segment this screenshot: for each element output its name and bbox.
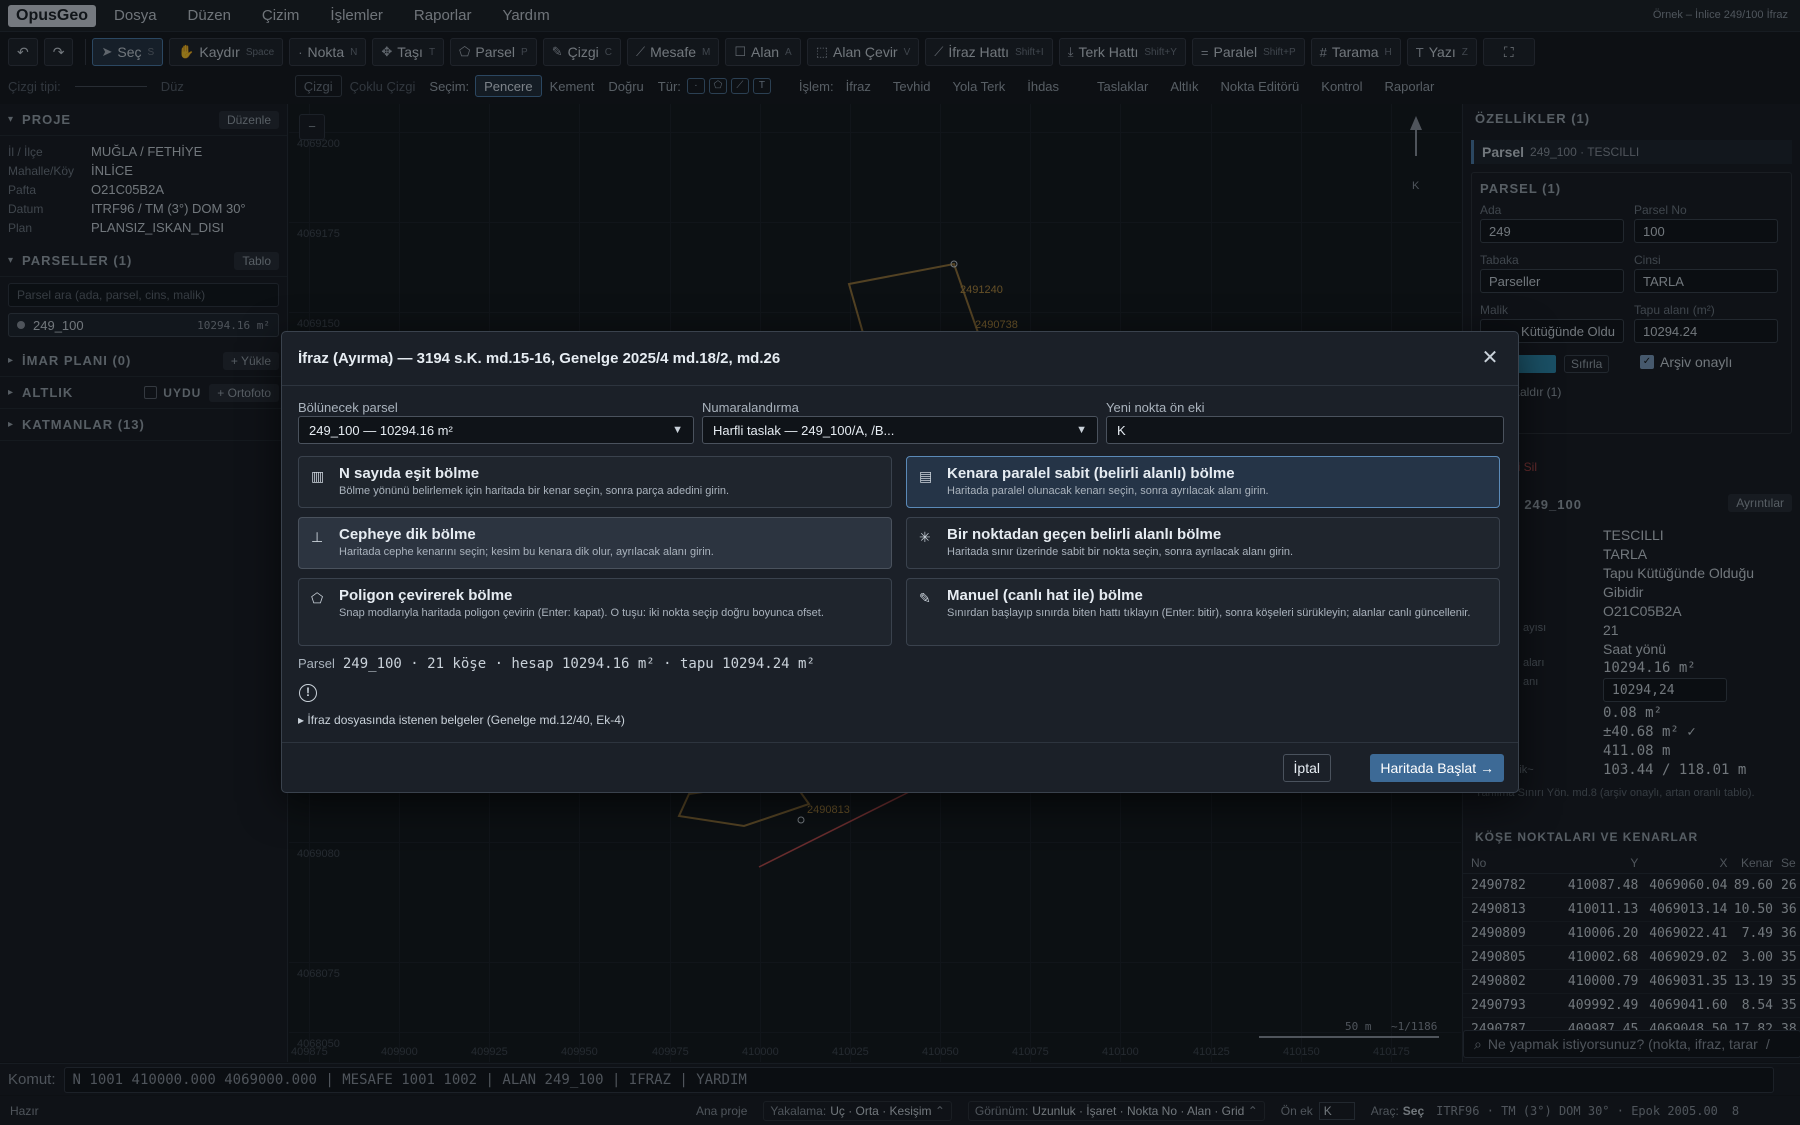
start-on-map-button[interactable]: Haritada Başlat → — [1370, 754, 1504, 782]
dialog-title: İfraz (Ayırma) — 3194 s.K. md.15-16, Gen… — [282, 332, 1518, 386]
cancel-button[interactable]: İptal — [1282, 754, 1331, 782]
option-desc: Sınırdan başlayıp sınırda biten hattı tı… — [947, 607, 1471, 619]
option-polygon-split[interactable]: ⬠ Poligon çevirerek bölme Snap modlarıyla … — [298, 578, 892, 646]
prefix-field-input[interactable]: K — [1106, 416, 1504, 444]
option-title: N sayıda eşit bölme — [339, 465, 480, 482]
option-point-split[interactable]: ✳ Bir noktadan geçen belirli alanlı bölme… — [906, 517, 1500, 569]
option-title: Manuel (canlı hat ile) bölme — [947, 587, 1143, 604]
parcel-summary-label: Parsel — [298, 656, 335, 671]
pen-icon: ✎ — [919, 590, 931, 606]
grid-icon: ▥ — [311, 468, 325, 484]
option-manual-split[interactable]: ✎ Manuel (canlı hat ile) bölme Sınırdan ba… — [906, 578, 1500, 646]
option-desc: Snap modlarıyla haritada poligon çevirin… — [339, 607, 824, 619]
close-icon[interactable]: ✕ — [1478, 346, 1502, 370]
option-equal-split[interactable]: ▥ N sayıda eşit bölme Bölme yönünü belirle… — [298, 456, 892, 508]
parcel-select-label: Bölünecek parsel — [298, 400, 398, 415]
numbering-label: Numaralandırma — [702, 400, 799, 415]
parcel-summary-value: 249_100 · 21 köşe · hesap 10294.16 m² · … — [342, 656, 815, 672]
pentagon-icon: ⬠ — [311, 590, 324, 606]
perpendicular-icon: ⊥ — [311, 529, 324, 545]
option-desc: Haritada sınır üzerinde sabit bir nokta … — [947, 546, 1294, 558]
lines-icon: ▤ — [919, 468, 933, 484]
option-perpendicular-split[interactable]: ⊥ Cepheye dik bölme Haritada cephe kenarın… — [298, 517, 892, 569]
parcel-select-value: 249_100 — 10294.16 m² — [309, 422, 453, 438]
option-title: Poligon çevirerek bölme — [339, 587, 513, 604]
chevron-down-icon: ▼ — [1076, 424, 1087, 436]
chevron-down-icon: ▼ — [672, 424, 683, 436]
option-desc: Haritada cephe kenarını seçin; kesim bu … — [339, 546, 714, 558]
parcel-summary: Parsel 249_100 · 21 köşe · hesap 10294.16… — [298, 655, 815, 672]
numbering-value: Harfli taslak — 249_100/A, /B... — [713, 422, 895, 438]
prefix-field-label: Yeni nokta ön eki — [1106, 400, 1205, 415]
parcel-select[interactable]: 249_100 — 10294.16 m² ▼ — [298, 416, 694, 444]
asterisk-icon: ✳ — [919, 529, 931, 545]
option-parallel-split[interactable]: ▤ Kenara paralel sabit (belirli alanlı) b… — [906, 456, 1500, 508]
option-desc: Haritada paralel olunacak kenarı seçin, … — [947, 485, 1269, 497]
dialog-footer: İptal Haritada Başlat → — [282, 742, 1518, 792]
option-title: Kenara paralel sabit (belirli alanlı) bö… — [947, 465, 1235, 482]
option-title: Bir noktadan geçen belirli alanlı bölme — [947, 526, 1222, 543]
required-documents-toggle[interactable]: ▸ İfraz dosyasında istenen belgeler (Gen… — [298, 713, 625, 727]
ifraz-dialog: İfraz (Ayırma) — 3194 s.K. md.15-16, Gen… — [281, 331, 1519, 793]
warning-icon[interactable]: ! — [299, 684, 317, 702]
option-title: Cepheye dik bölme — [339, 526, 476, 543]
numbering-select[interactable]: Harfli taslak — 249_100/A, /B... ▼ — [702, 416, 1098, 444]
app-window: OpusGeo Dosya Düzen Çizim İşlemler Rapor… — [0, 0, 1800, 1125]
option-desc: Bölme yönünü belirlemek için haritada bi… — [339, 485, 730, 497]
prefix-field-value: K — [1117, 422, 1126, 438]
